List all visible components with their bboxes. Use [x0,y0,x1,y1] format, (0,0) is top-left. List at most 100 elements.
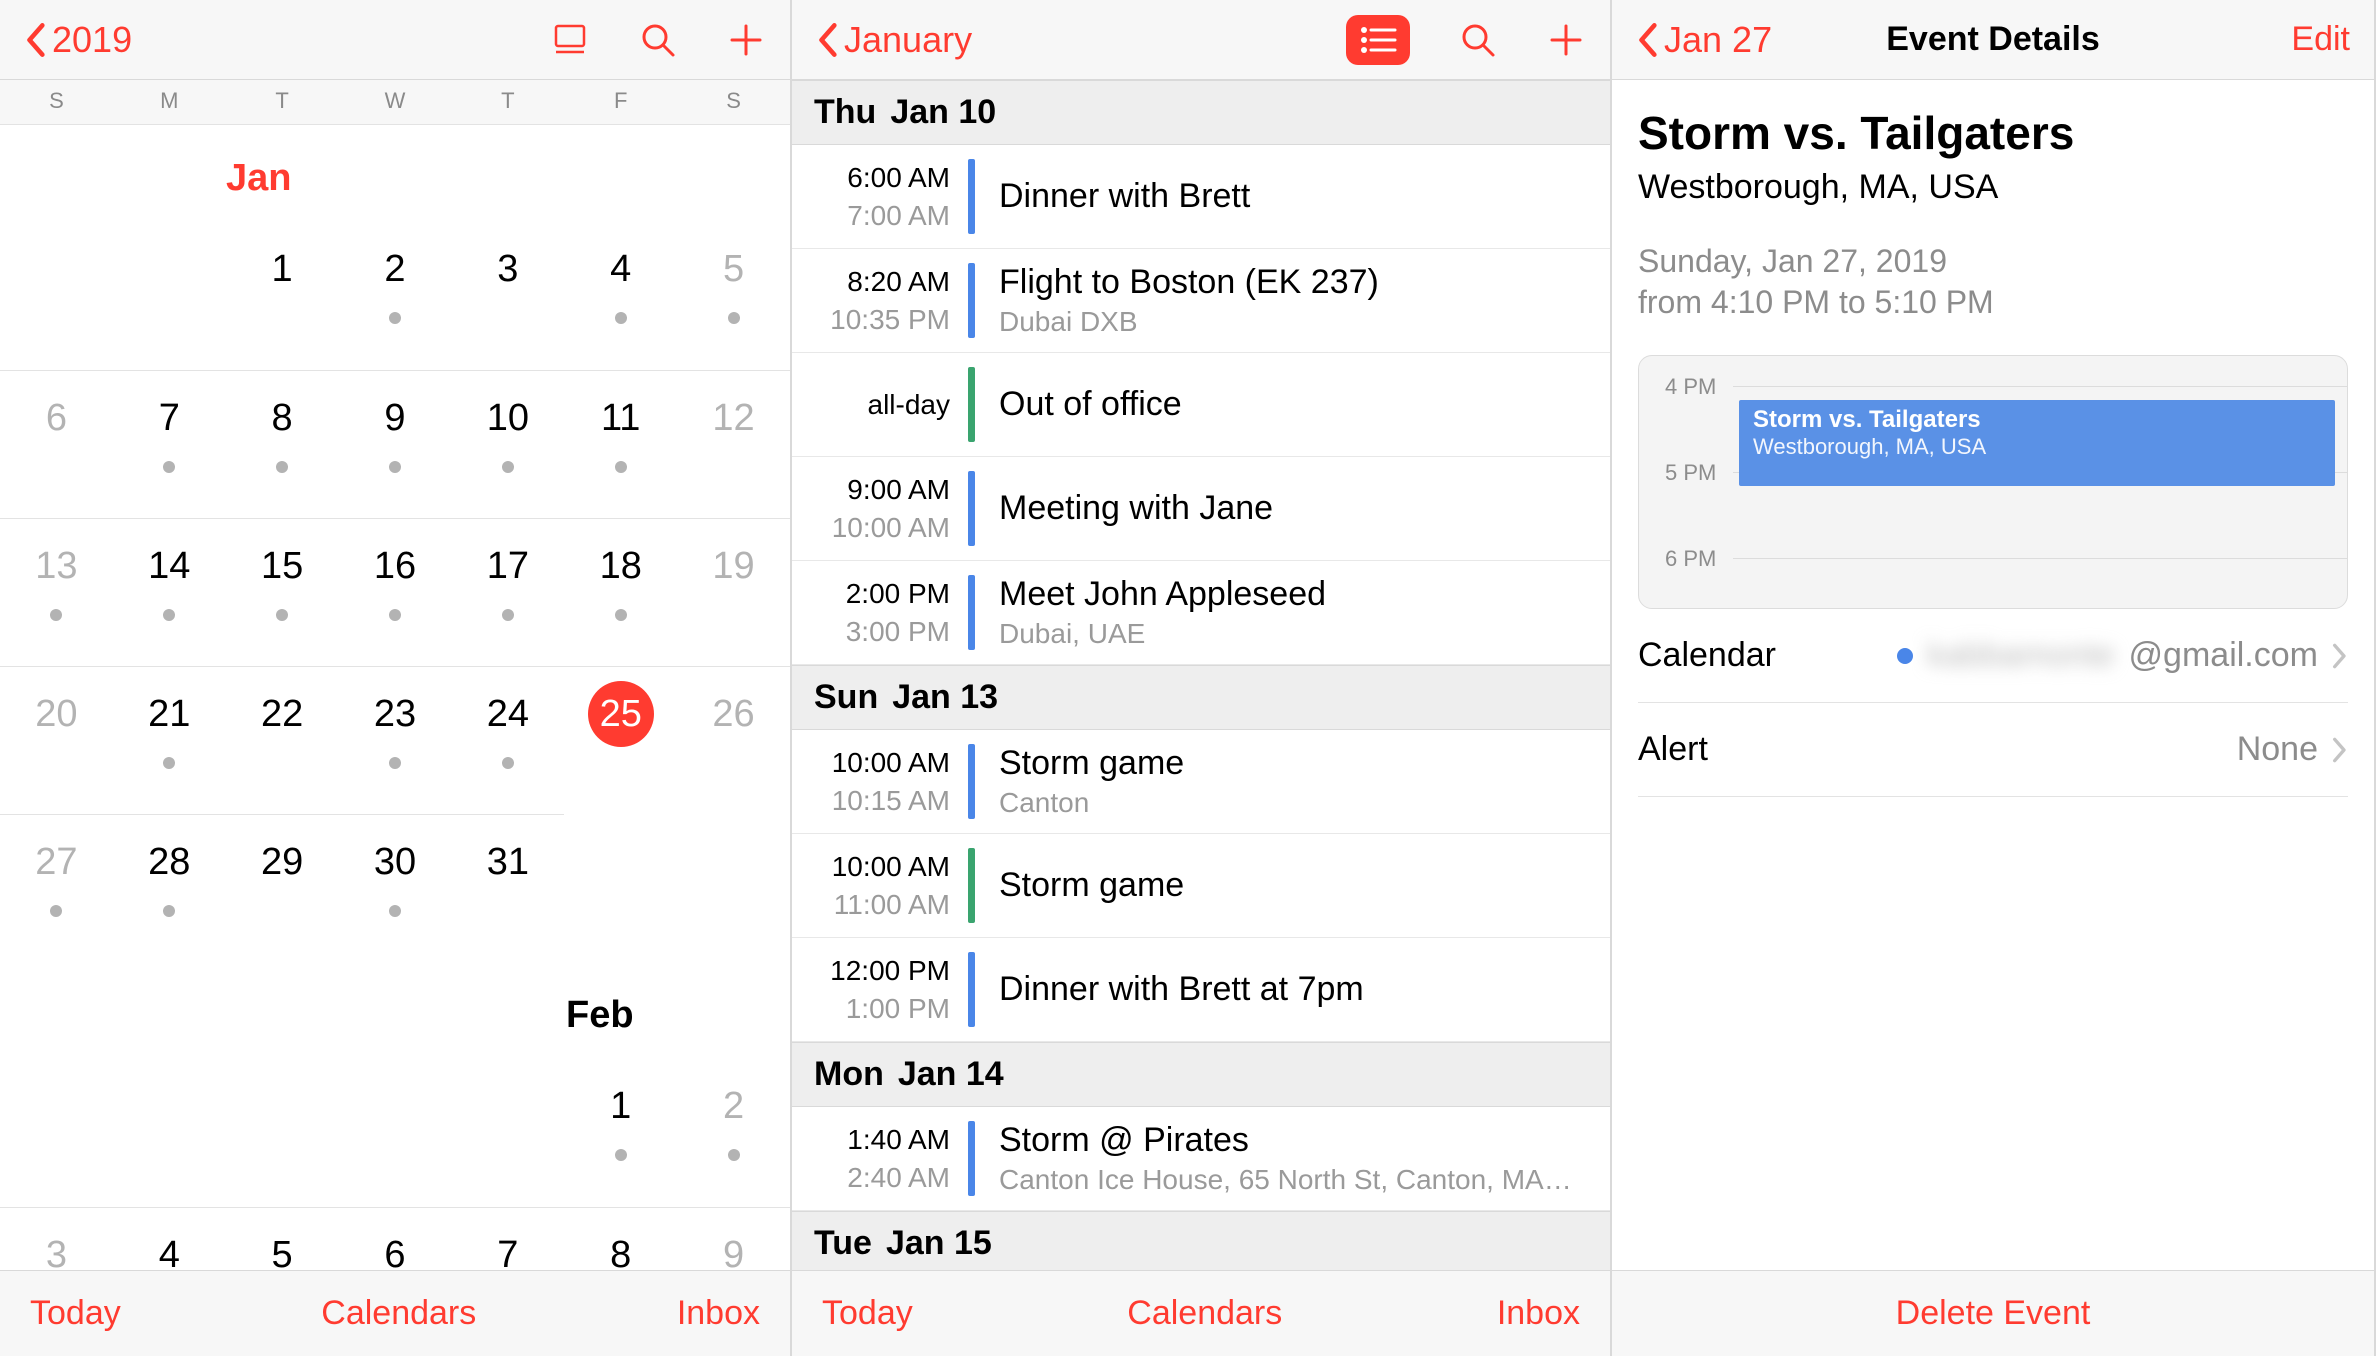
calendar-cell[interactable]: 5 [226,1207,339,1270]
today-button[interactable]: Today [30,1294,121,1333]
day-number[interactable]: 10 [475,385,541,451]
day-number[interactable]: 13 [23,533,89,599]
back-to-month-button[interactable]: January [816,19,972,61]
day-number[interactable]: 4 [136,1222,202,1270]
calendar-cell[interactable]: 8 [564,1207,677,1270]
day-number[interactable]: 16 [362,533,428,599]
add-event-button[interactable] [1546,20,1586,60]
detail-scroll[interactable]: Storm vs. Tailgaters Westborough, MA, US… [1612,80,2374,1270]
day-number[interactable]: 19 [701,533,767,599]
add-event-button[interactable] [726,20,766,60]
alert-setting-row[interactable]: Alert None [1638,703,2348,797]
calendars-button[interactable]: Calendars [1127,1294,1282,1333]
day-number[interactable]: 5 [701,236,767,302]
day-number[interactable]: 14 [136,533,202,599]
calendar-cell[interactable]: 30 [339,814,452,962]
event-row[interactable]: all-dayOut of office [792,353,1610,457]
edit-button[interactable]: Edit [2291,20,2350,59]
event-row[interactable]: 10:00 AM10:15 AMStorm gameCanton [792,730,1610,834]
calendar-cell[interactable]: 19 [677,518,790,666]
calendar-cell[interactable]: 3 [0,1207,113,1270]
event-row[interactable]: 9:00 AM10:00 AMMeeting with Jane [792,457,1610,561]
day-number[interactable]: 17 [475,533,541,599]
month-scroll[interactable]: Jan 123456789101112131415161718192021222… [0,125,790,1270]
calendar-cell[interactable]: 25 [564,666,677,814]
calendar-cell[interactable]: 2 [677,1059,790,1207]
calendar-cell[interactable]: 26 [677,666,790,814]
search-button[interactable] [1458,20,1498,60]
calendar-cell[interactable]: 22 [226,666,339,814]
day-number[interactable]: 3 [23,1222,89,1270]
calendar-cell[interactable]: 17 [451,518,564,666]
calendar-cell[interactable]: 9 [677,1207,790,1270]
day-number[interactable]: 6 [23,385,89,451]
calendar-cell[interactable]: 4 [564,222,677,370]
day-number[interactable]: 8 [588,1222,654,1270]
day-number[interactable]: 22 [249,681,315,747]
delete-event-button[interactable]: Delete Event [1896,1294,2091,1333]
view-mode-button[interactable] [550,20,590,60]
day-number[interactable]: 23 [362,681,428,747]
calendar-cell[interactable]: 15 [226,518,339,666]
day-number[interactable]: 15 [249,533,315,599]
search-button[interactable] [638,20,678,60]
calendar-cell[interactable]: 20 [0,666,113,814]
calendar-cell[interactable]: 9 [339,370,452,518]
day-number[interactable]: 11 [588,385,654,451]
day-number[interactable]: 28 [136,829,202,895]
calendar-cell[interactable]: 2 [339,222,452,370]
day-number[interactable]: 21 [136,681,202,747]
timeline-event-block[interactable]: Storm vs. Tailgaters Westborough, MA, US… [1739,400,2335,486]
calendar-cell[interactable]: 1 [226,222,339,370]
calendar-cell[interactable]: 6 [0,370,113,518]
day-number[interactable]: 30 [362,829,428,895]
day-number[interactable]: 24 [475,681,541,747]
calendar-cell[interactable]: 29 [226,814,339,962]
calendar-cell[interactable]: 7 [451,1207,564,1270]
inbox-button[interactable]: Inbox [677,1294,760,1333]
back-to-day-button[interactable]: Jan 27 [1636,19,1772,61]
day-number[interactable]: 7 [475,1222,541,1270]
calendar-cell[interactable]: 1 [564,1059,677,1207]
day-number[interactable]: 12 [701,385,767,451]
day-number[interactable]: 6 [362,1222,428,1270]
back-to-year-button[interactable]: 2019 [24,19,132,61]
calendars-button[interactable]: Calendars [321,1294,476,1333]
day-number[interactable]: 31 [475,829,541,895]
calendar-cell[interactable]: 11 [564,370,677,518]
calendar-cell[interactable]: 3 [451,222,564,370]
calendar-cell[interactable]: 24 [451,666,564,814]
calendar-cell[interactable]: 16 [339,518,452,666]
today-button[interactable]: Today [822,1294,913,1333]
calendar-cell[interactable]: 13 [0,518,113,666]
agenda-scroll[interactable]: ThuJan 106:00 AM7:00 AMDinner with Brett… [792,80,1610,1270]
calendar-cell[interactable]: 28 [113,814,226,962]
day-number[interactable]: 1 [249,236,315,302]
day-number[interactable]: 26 [701,681,767,747]
day-number[interactable]: 9 [362,385,428,451]
calendar-cell[interactable]: 18 [564,518,677,666]
day-number[interactable]: 20 [23,681,89,747]
calendar-cell[interactable]: 7 [113,370,226,518]
calendar-cell[interactable]: 4 [113,1207,226,1270]
calendar-cell[interactable]: 6 [339,1207,452,1270]
calendar-setting-row[interactable]: Calendar kabbamonte@gmail.com [1638,609,2348,703]
day-number[interactable]: 2 [701,1073,767,1139]
event-row[interactable]: 12:00 PM1:00 PMDinner with Brett at 7pm [792,938,1610,1042]
event-row[interactable]: 2:00 PM3:00 PMMeet John AppleseedDubai, … [792,561,1610,665]
calendar-cell[interactable]: 5 [677,222,790,370]
day-number[interactable]: 1 [588,1073,654,1139]
day-number[interactable]: 5 [249,1222,315,1270]
calendar-cell[interactable]: 8 [226,370,339,518]
day-number[interactable]: 7 [136,385,202,451]
event-row[interactable]: 1:40 AM2:40 AMStorm @ PiratesCanton Ice … [792,1107,1610,1211]
calendar-cell[interactable]: 10 [451,370,564,518]
calendar-cell[interactable]: 31 [451,814,564,962]
day-number[interactable]: 9 [701,1222,767,1270]
day-number[interactable]: 18 [588,533,654,599]
list-mode-button[interactable] [1346,15,1410,65]
day-number[interactable]: 29 [249,829,315,895]
calendar-cell[interactable]: 27 [0,814,113,962]
day-number[interactable]: 27 [23,829,89,895]
day-number[interactable]: 25 [588,681,654,747]
